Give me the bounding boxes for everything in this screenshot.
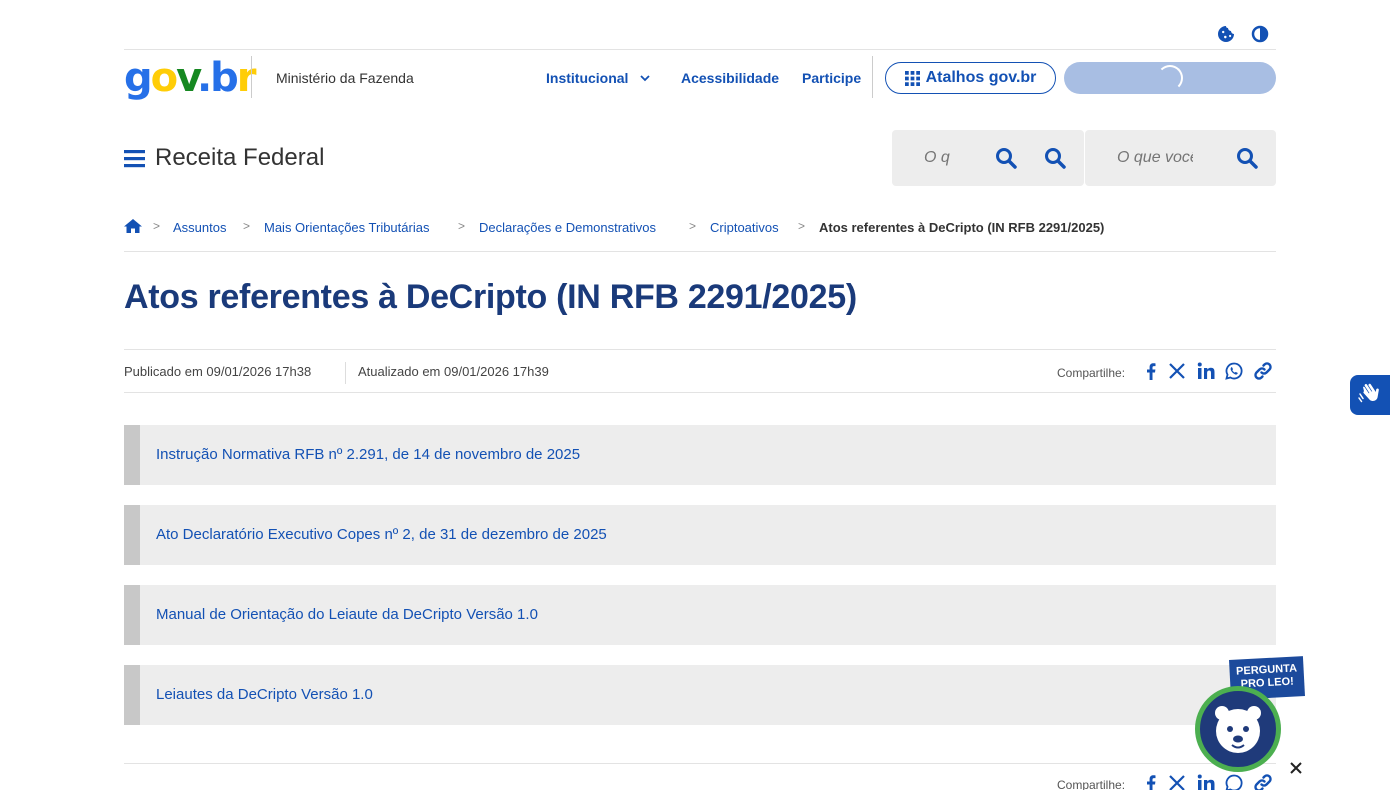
breadcrumb-item[interactable]: Mais Orientações Tributárias — [264, 220, 429, 235]
shortcuts-label: Atalhos gov.br — [925, 69, 1037, 86]
logo-letter: o — [150, 55, 179, 101]
document-item[interactable]: Leiautes da DeCripto Versão 1.0 — [124, 665, 1276, 725]
breadcrumb-separator: > — [689, 219, 697, 233]
search-box-secondary — [1085, 130, 1276, 186]
utility-bar — [124, 18, 1276, 50]
nav-institucional[interactable]: Institucional — [546, 70, 628, 86]
breadcrumb-item[interactable]: Assuntos — [173, 220, 226, 235]
search-box-primary — [892, 130, 1084, 186]
facebook-icon[interactable] — [1141, 361, 1161, 381]
contrast-icon[interactable] — [1250, 24, 1270, 44]
breadcrumb-separator: > — [243, 219, 251, 233]
site-header: Receita Federal — [124, 130, 1276, 186]
document-link[interactable]: Manual de Orientação do Leiaute da DeCri… — [156, 606, 538, 623]
ministry-name: Ministério da Fazenda — [276, 70, 414, 86]
document-link[interactable]: Leiautes da DeCripto Versão 1.0 — [156, 686, 373, 703]
chevron-down-icon[interactable] — [639, 72, 651, 84]
grid-icon — [904, 70, 920, 86]
nav-participe[interactable]: Participe — [802, 70, 861, 86]
link-icon[interactable] — [1253, 361, 1273, 381]
nav-acessibilidade[interactable]: Acessibilidade — [681, 70, 779, 86]
breadcrumb-item[interactable]: Criptoativos — [710, 220, 779, 235]
home-icon[interactable] — [124, 218, 142, 234]
search-input[interactable] — [924, 146, 950, 170]
close-icon[interactable] — [1288, 760, 1304, 776]
breadcrumb-separator: > — [798, 219, 806, 233]
breadcrumb-item[interactable]: Declarações e Demonstrativos — [479, 220, 656, 235]
x-twitter-icon[interactable] — [1167, 361, 1187, 381]
document-link[interactable]: Ato Declaratório Executivo Copes nº 2, d… — [156, 526, 607, 543]
meta-divider — [345, 362, 346, 384]
document-item[interactable]: Instrução Normativa RFB nº 2.291, de 14 … — [124, 425, 1276, 485]
updated-date: Atualizado em 09/01/2026 17h39 — [358, 364, 549, 379]
logo-letter: g — [124, 55, 153, 101]
linkedin-icon[interactable] — [1196, 361, 1216, 381]
leo-chatbot-launcher[interactable]: PERGUNTA PRO LEO! — [1190, 656, 1305, 776]
hand-sign-icon — [1357, 382, 1383, 408]
lion-mascot-icon — [1195, 686, 1281, 772]
logo-letter: v — [176, 55, 199, 101]
document-item[interactable]: Manual de Orientação do Leiaute da DeCri… — [124, 585, 1276, 645]
breadcrumb: > Assuntos > Mais Orientações Tributária… — [124, 216, 1276, 252]
x-twitter-icon[interactable] — [1167, 773, 1187, 790]
search-icon[interactable] — [995, 147, 1017, 169]
document-link[interactable]: Instrução Normativa RFB nº 2.291, de 14 … — [156, 446, 580, 463]
search-input-secondary[interactable] — [1117, 146, 1193, 170]
loading-spinner-icon — [1157, 65, 1183, 91]
published-date: Publicado em 09/01/2026 17h38 — [124, 364, 312, 379]
gov-header: gov.br Ministério da Fazenda Institucion… — [124, 50, 1276, 106]
search-icon[interactable] — [1044, 147, 1066, 169]
search-icon[interactable] — [1236, 147, 1258, 169]
logo-letter: b — [210, 55, 239, 101]
logo-letter: . — [196, 55, 212, 101]
publication-meta: Publicado em 09/01/2026 17h38 Atualizado… — [124, 349, 1276, 393]
menu-icon[interactable] — [124, 148, 145, 169]
govbr-logo[interactable]: gov.br — [124, 55, 256, 101]
header-divider — [251, 56, 252, 98]
document-item[interactable]: Ato Declaratório Executivo Copes nº 2, d… — [124, 505, 1276, 565]
whatsapp-icon[interactable] — [1224, 361, 1244, 381]
sign-language-button[interactable] — [1350, 375, 1390, 415]
breadcrumb-separator: > — [153, 219, 161, 233]
cookie-icon[interactable] — [1216, 24, 1236, 44]
page-title: Atos referentes à DeCripto (IN RFB 2291/… — [124, 278, 857, 316]
shortcuts-button[interactable]: Atalhos gov.br — [885, 62, 1056, 94]
share-label: Compartilhe: — [1057, 778, 1126, 790]
share-bar-bottom: Compartilhe: — [124, 764, 1276, 790]
nav-divider — [872, 56, 873, 98]
login-button[interactable] — [1064, 62, 1276, 94]
breadcrumb-separator: > — [458, 219, 466, 233]
site-title[interactable]: Receita Federal — [155, 144, 324, 172]
share-label: Compartilhe: — [1057, 366, 1126, 380]
facebook-icon[interactable] — [1141, 773, 1161, 790]
breadcrumb-current: Atos referentes à DeCripto (IN RFB 2291/… — [819, 220, 1105, 235]
